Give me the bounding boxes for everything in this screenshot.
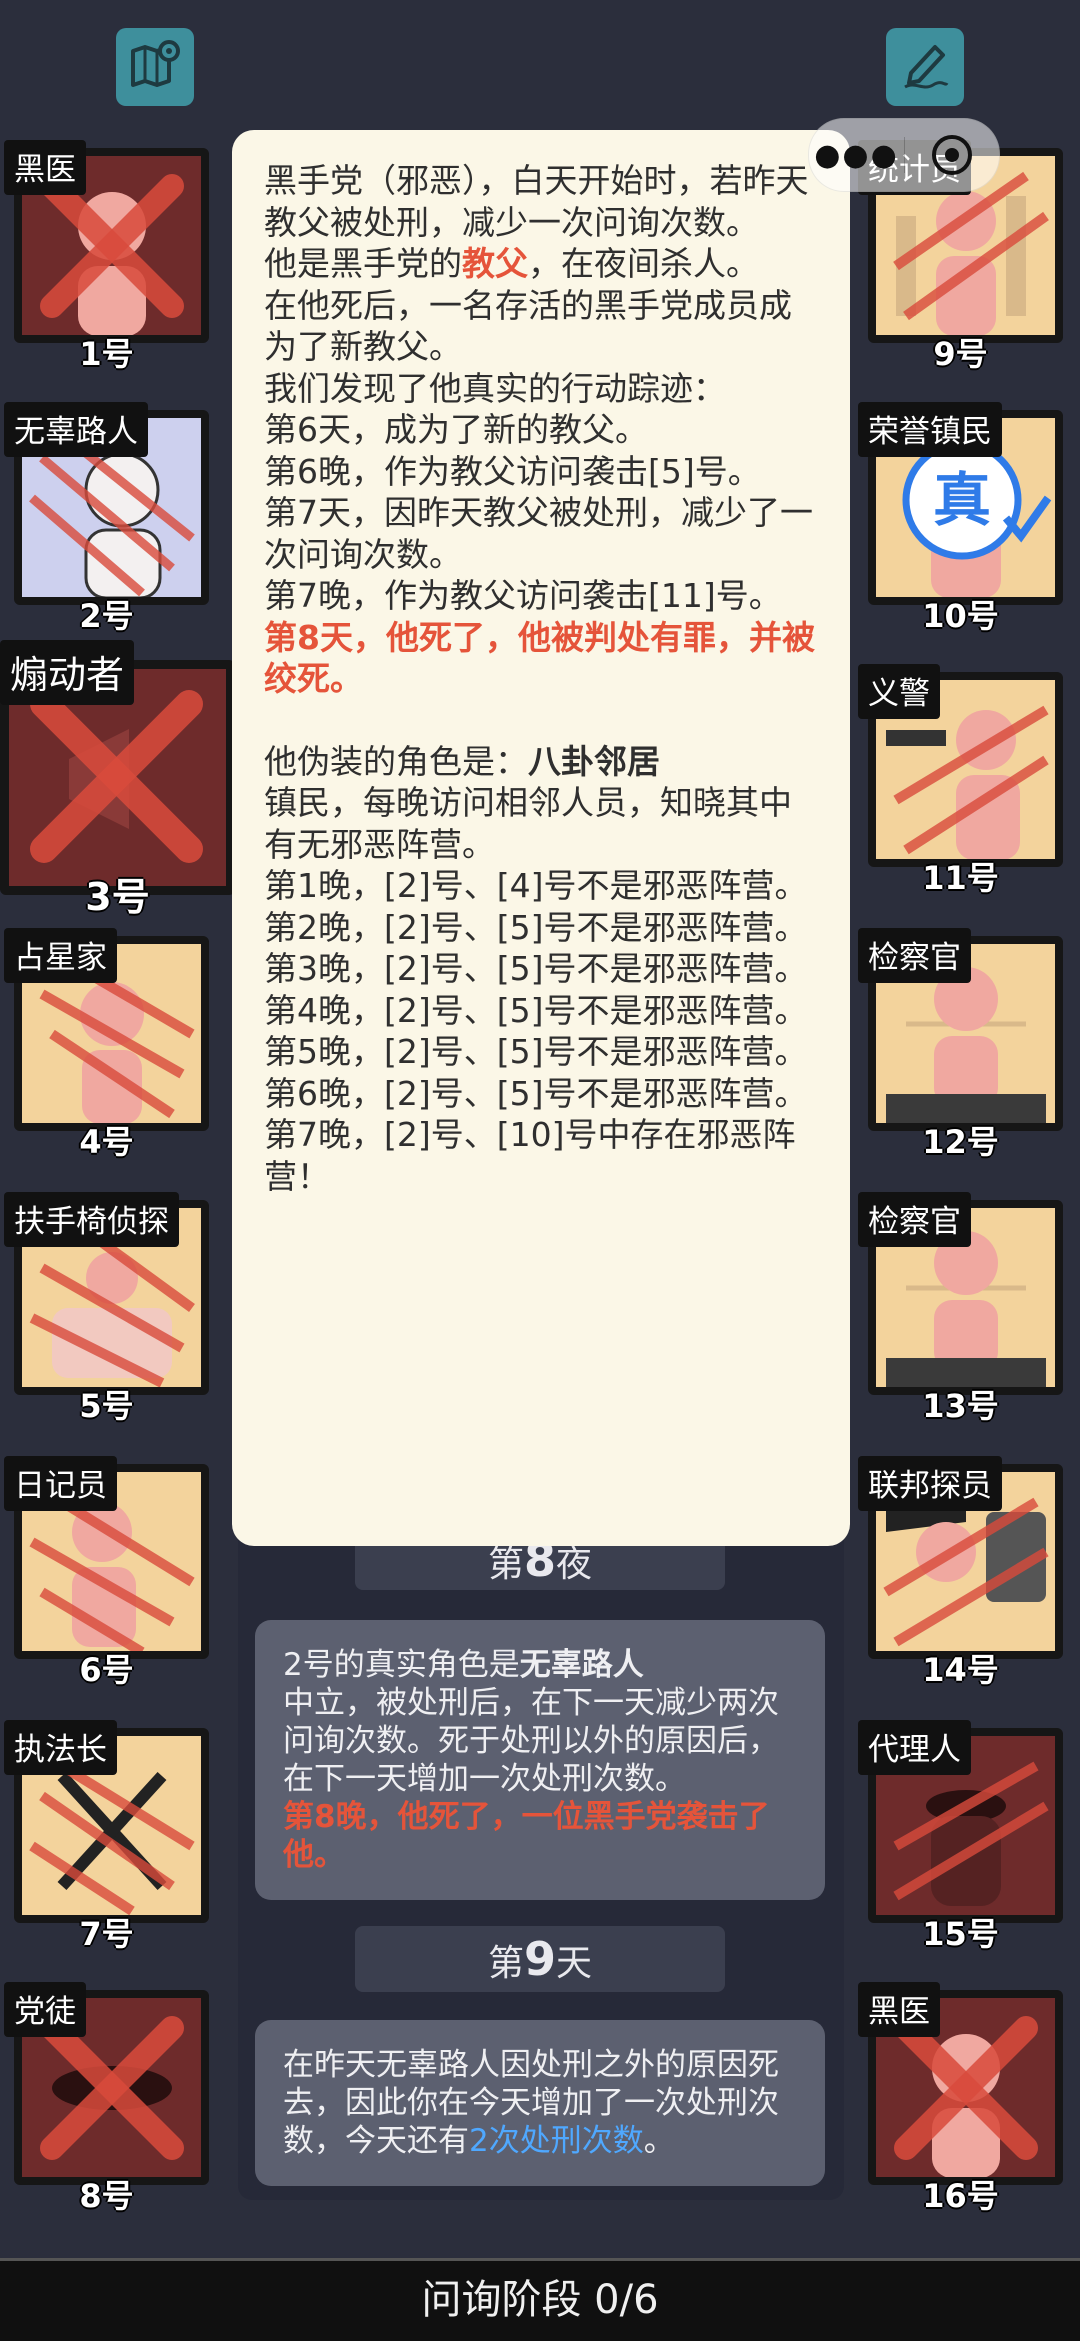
role-label: 检察官: [858, 928, 971, 983]
player-number: 10号: [922, 597, 999, 635]
player-number: 8号: [79, 2177, 134, 2215]
role-label: 扶手椅侦探: [4, 1192, 179, 1247]
claim-item: 第3晚，[2]号、[5]号不是邪恶阵营。: [264, 949, 808, 988]
map-button[interactable]: [116, 28, 194, 106]
pencil-signature-icon: [897, 37, 953, 97]
player-card-4[interactable]: 占星家 4号: [4, 928, 209, 1161]
claim-item: 第2晚，[2]号、[5]号不是邪恶阵营。: [264, 907, 808, 947]
reveal-message: 2号的真实角色是无辜路人 中立，被处刑后，在下一天减少两次问询次数。死于处刑以外…: [255, 1620, 825, 1900]
player-number: 11号: [922, 859, 999, 897]
player-card-15[interactable]: 代理人 15号: [858, 1720, 1063, 1953]
player-card-14[interactable]: 联邦探员 14号: [858, 1456, 1063, 1689]
role-label: 黑医: [858, 1982, 940, 2037]
player-card-10[interactable]: 真 荣誉镇民 10号: [858, 402, 1063, 635]
trace-item: 第7天，因昨天教父被处刑，减少了一次问询次数。: [264, 493, 813, 574]
phase-bar: 问询阶段 0/6: [0, 2258, 1080, 2341]
player-number: 14号: [922, 1651, 999, 1689]
notes-button[interactable]: [886, 28, 964, 106]
role-label: 党徒: [4, 1982, 86, 2037]
player-card-11[interactable]: 义警 11号: [858, 664, 1063, 897]
claim-item: 第5晚，[2]号、[5]号不是邪恶阵营。: [264, 1032, 808, 1071]
player-card-2[interactable]: 无辜路人 2号: [4, 402, 209, 635]
disguise-line: 他伪装的角色是：八卦邻居: [264, 741, 660, 781]
player-card-3[interactable]: 煽动者 3号: [0, 640, 235, 919]
disguise-description: 镇民，每晚访问相邻人员，知晓其中有无邪恶阵营。: [264, 783, 792, 864]
role-label: 黑医: [4, 140, 86, 195]
player-card-8[interactable]: 党徒 8号: [4, 1982, 209, 2215]
miniprogram-capsule[interactable]: ●●●: [808, 118, 1000, 192]
claim-item: 第1晚，[2]号、[4]号不是邪恶阵营。: [264, 866, 808, 905]
trace-item: 第6晚，作为教父访问袭击[5]号。: [264, 451, 761, 491]
player-number: 7号: [79, 1915, 134, 1953]
player-card-1[interactable]: 黑医 1号: [4, 140, 209, 373]
role-detail-popup[interactable]: 黑手党（邪恶），白天开始时，若昨天教父被处刑，减少一次问询次数。 他是黑手党的教…: [232, 130, 850, 1546]
role-label: 联邦探员: [858, 1456, 1002, 1511]
role-label: 无辜路人: [4, 402, 148, 457]
trace-item: 第7晚，作为教父访问袭击[11]号。: [264, 576, 782, 615]
map-pin-icon: [127, 37, 183, 97]
role-label: 义警: [858, 664, 940, 719]
player-card-13[interactable]: 检察官 13号: [858, 1192, 1063, 1425]
true-role-line: 他是黑手党的教父，在夜间杀人。: [264, 244, 759, 283]
execution-count-message: 在昨天无辜路人因处刑之外的原因死去，因此你在今天增加了一次处刑次数，今天还有2次…: [255, 2020, 825, 2186]
claim-item: 第4晚，[2]号、[5]号不是邪恶阵营。: [264, 990, 808, 1030]
close-target-icon[interactable]: [905, 133, 999, 177]
player-card-7[interactable]: 执法长 7号: [4, 1720, 209, 1953]
more-icon[interactable]: ●●●: [809, 138, 904, 173]
player-number: 16号: [922, 2177, 999, 2215]
trace-header: 我们发现了他真实的行动踪迹：: [264, 368, 726, 408]
role-label: 检察官: [858, 1192, 971, 1247]
player-number: 12号: [922, 1123, 999, 1161]
role-label: 日记员: [4, 1456, 117, 1511]
death-text: 第8天，他死了，他被判处有罪，并被绞死。: [264, 617, 815, 699]
player-number: 13号: [922, 1387, 999, 1425]
role-label: 荣誉镇民: [858, 402, 1002, 457]
faction-description: 黑手党（邪恶），白天开始时，若昨天教父被处刑，减少一次问询次数。: [264, 161, 809, 242]
player-number: 4号: [79, 1123, 134, 1161]
claim-item: 第7晚，[2]号、[10]号中存在邪恶阵营！: [264, 1115, 796, 1196]
player-number: 6号: [79, 1651, 134, 1689]
role-label: 煽动者: [0, 640, 135, 705]
claim-item: 第6晚，[2]号、[5]号不是邪恶阵营。: [264, 1073, 808, 1113]
player-number: 2号: [79, 597, 134, 635]
player-number: 1号: [79, 335, 134, 373]
player-card-16[interactable]: 黑医 16号: [858, 1982, 1063, 2215]
player-number: 5号: [79, 1387, 134, 1425]
role-label: 执法长: [4, 1720, 117, 1775]
day-header: 第9天: [355, 1926, 725, 1992]
player-card-5[interactable]: 扶手椅侦探 5号: [4, 1192, 209, 1425]
succession-text: 在他死后，一名存活的黑手党成员成为了新教父。: [264, 285, 792, 367]
role-label: 代理人: [858, 1720, 971, 1775]
player-number: 9号: [933, 335, 988, 373]
trace-item: 第6天，成为了新的教父。: [264, 410, 648, 449]
player-card-12[interactable]: 检察官 12号: [858, 928, 1063, 1161]
player-card-6[interactable]: 日记员 6号: [4, 1456, 209, 1689]
verified-badge-text: 真: [933, 466, 991, 534]
player-number: 15号: [922, 1915, 999, 1953]
player-number: 3号: [85, 875, 150, 919]
role-label: 占星家: [4, 928, 117, 983]
